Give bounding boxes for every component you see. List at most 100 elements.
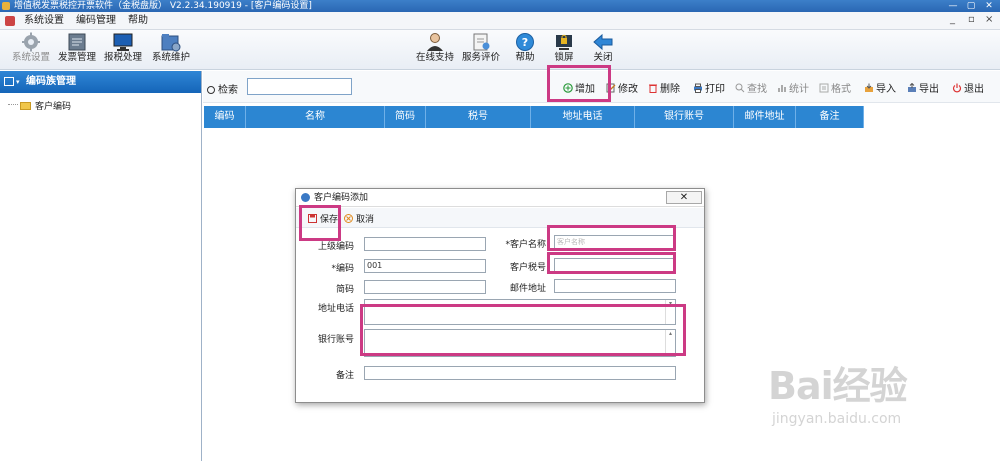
watermark-url: jingyan.baidu.com	[772, 411, 902, 427]
import-button[interactable]: 导入	[864, 80, 896, 95]
save-icon	[308, 214, 317, 223]
column-header-name[interactable]: 名称	[246, 106, 385, 128]
customer-grid-header: 编码 名称 简码 税号 地址电话 银行账号 邮件地址 备注	[204, 106, 864, 128]
email-label: 邮件地址	[509, 284, 546, 294]
import-icon	[865, 83, 873, 92]
menu-bar: 系统设置 编码管理 帮助 _ ▫ ×	[0, 12, 1000, 30]
dialog-title-bar: 客户编码添加 ✕	[296, 189, 704, 207]
folder-gear-icon	[161, 34, 181, 52]
short-code-label: 简码	[335, 285, 354, 295]
menu-system-settings[interactable]: 系统设置	[24, 14, 64, 28]
address-phone-textarea[interactable]: ▾	[364, 299, 676, 325]
code-input[interactable]: 001	[364, 259, 486, 273]
window-title-bar: 增值税发票税控开票软件（金税盘版） V2.2.34.190919 - [客户编码…	[0, 0, 1000, 12]
export-icon	[908, 83, 916, 92]
chart-icon	[778, 85, 786, 92]
column-header-note[interactable]: 备注	[796, 106, 864, 128]
app-logo-icon	[2, 2, 10, 10]
search-icon	[207, 86, 215, 94]
folder-icon	[20, 102, 31, 110]
email-input[interactable]	[554, 279, 676, 293]
print-button[interactable]: 打印	[693, 80, 725, 95]
parent-code-input[interactable]	[364, 237, 486, 251]
edit-icon	[606, 83, 616, 93]
bank-account-label: 银行账号	[317, 335, 354, 345]
invoice-icon	[68, 33, 86, 51]
note-label: 备注	[335, 371, 354, 381]
cancel-button[interactable]: 取消	[344, 212, 374, 225]
customer-name-label: *客户名称	[505, 240, 546, 250]
customer-add-dialog: 客户编码添加 ✕ 保存 取消 上级编码 *编码 001 简码 *客户名称 客户名…	[295, 188, 705, 403]
monitor-icon	[113, 33, 133, 51]
code-label: *编码	[331, 264, 354, 274]
help-icon: ?	[516, 33, 534, 51]
dialog-close-button[interactable]: ✕	[666, 191, 702, 204]
watermark-brand: Bai经验	[768, 364, 908, 408]
gear-icon	[22, 32, 40, 52]
format-button[interactable]: 格式	[819, 80, 851, 95]
customer-tax-id-label: 客户税号	[509, 263, 546, 273]
format-icon	[819, 83, 829, 93]
toolbar-system-maintenance[interactable]: 系统维护	[148, 32, 194, 68]
mdi-close-button[interactable]: ×	[985, 14, 993, 25]
panel-menu-icon	[4, 77, 14, 86]
code-family-header[interactable]: ▾ 编码族管理	[0, 71, 201, 93]
mdi-minimize-button[interactable]: _	[950, 14, 955, 25]
statistics-button[interactable]: 统计	[777, 80, 809, 95]
customer-name-input[interactable]: 客户名称	[554, 235, 676, 249]
edit-button[interactable]: 修改	[606, 80, 638, 95]
trash-icon	[649, 84, 657, 93]
code-family-panel: ▾ 编码族管理 客户编码	[0, 71, 202, 461]
column-header-bank-account[interactable]: 银行账号	[635, 106, 734, 128]
search-label: 检索	[207, 81, 238, 96]
minimize-button[interactable]: —	[948, 0, 958, 12]
address-phone-label: 地址电话	[317, 304, 354, 314]
back-arrow-icon	[593, 33, 613, 51]
column-header-tax-id[interactable]: 税号	[426, 106, 531, 128]
search-icon	[735, 83, 745, 93]
lock-screen-icon	[556, 34, 572, 50]
baidu-jingyan-watermark: Bai经验 jingyan.baidu.com	[768, 355, 993, 435]
tree-item-customer-code[interactable]: 客户编码	[8, 99, 71, 112]
save-button[interactable]: 保存	[308, 212, 338, 225]
app-menu-icon[interactable]	[5, 16, 15, 26]
document-rating-icon	[473, 33, 490, 51]
mdi-restore-button[interactable]: ▫	[968, 14, 975, 25]
support-person-icon	[427, 33, 443, 51]
menu-help[interactable]: 帮助	[128, 14, 148, 28]
bank-account-textarea[interactable]: ▴	[364, 329, 676, 357]
power-icon	[952, 83, 962, 93]
exit-button[interactable]: 退出	[952, 80, 984, 95]
search-input[interactable]	[247, 78, 352, 95]
caret-down-icon: ▾	[16, 78, 20, 86]
parent-code-label: 上级编码	[317, 242, 354, 252]
find-button[interactable]: 查找	[735, 80, 767, 95]
short-code-input[interactable]	[364, 280, 486, 294]
customer-tax-id-input[interactable]	[554, 258, 676, 272]
add-circle-icon	[563, 83, 573, 93]
toolbar-tax-filing[interactable]: 报税处理	[100, 32, 146, 68]
delete-button[interactable]: 删除	[648, 80, 680, 95]
cancel-icon	[344, 214, 353, 223]
printer-icon	[694, 83, 702, 93]
dialog-toolbar: 保存 取消	[296, 208, 704, 228]
bank-account-scrollbar[interactable]: ▴	[665, 330, 675, 356]
window-title: 增值税发票税控开票软件（金税盘版） V2.2.34.190919 - [客户编码…	[14, 1, 312, 11]
toolbar-close[interactable]: 关闭	[580, 32, 626, 68]
column-header-short-code[interactable]: 简码	[385, 106, 426, 128]
column-header-code[interactable]: 编码	[204, 106, 246, 128]
address-phone-scrollbar[interactable]: ▾	[665, 300, 675, 324]
export-button[interactable]: 导出	[907, 80, 939, 95]
main-toolbar: 系统设置 发票管理 报税处理 系统维护 在线支持 服务评价 ? 帮助 锁屏 关闭	[0, 30, 1000, 70]
menu-code-management[interactable]: 编码管理	[76, 14, 116, 28]
maximize-button[interactable]: ▢	[966, 0, 976, 12]
column-header-address-phone[interactable]: 地址电话	[531, 106, 635, 128]
dialog-title: 客户编码添加	[314, 193, 369, 203]
dialog-app-icon	[301, 193, 310, 202]
note-input[interactable]	[364, 366, 676, 380]
add-button[interactable]: 增加	[563, 80, 595, 95]
svg-text:?: ?	[522, 36, 528, 49]
column-header-email[interactable]: 邮件地址	[734, 106, 796, 128]
close-button[interactable]: ✕	[984, 0, 994, 12]
search-action-bar: 检索 增加 修改 删除 打印 查找 统计 格式 导入 导出 退出	[203, 71, 1000, 103]
